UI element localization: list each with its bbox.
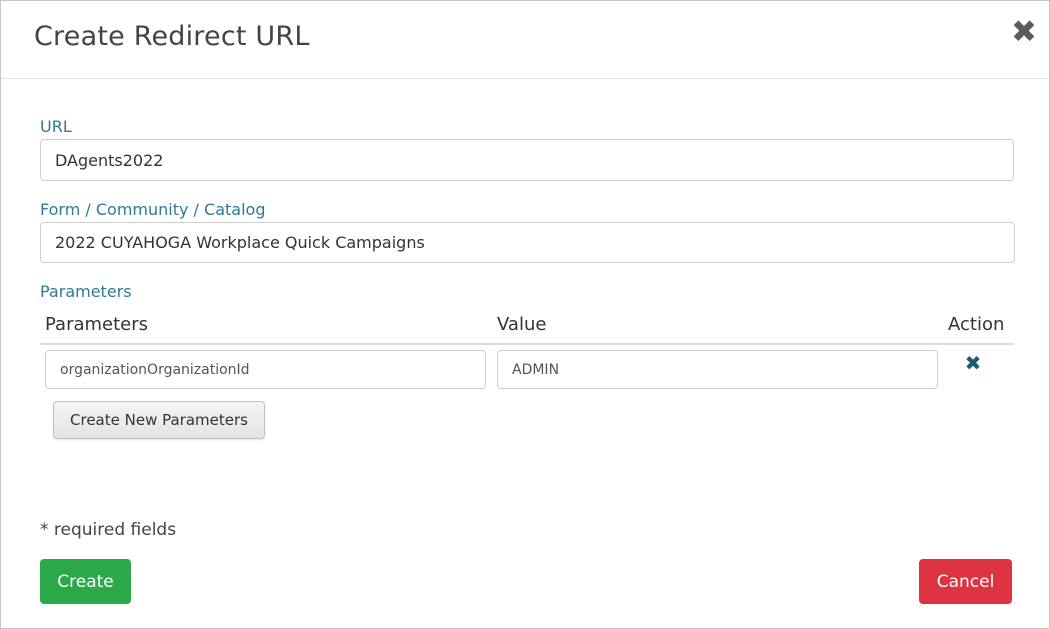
parameters-section-label: Parameters: [40, 282, 132, 301]
form-community-catalog-input[interactable]: [40, 222, 1015, 263]
form-community-catalog-label: Form / Community / Catalog: [40, 200, 266, 219]
column-header-parameters: Parameters: [45, 314, 149, 335]
close-icon[interactable]: ✖: [1009, 15, 1039, 49]
create-redirect-url-dialog: Create Redirect URL ✖ URL Form / Communi…: [0, 0, 1050, 629]
column-header-value: Value: [497, 314, 547, 335]
dialog-header: Create Redirect URL ✖: [1, 1, 1049, 79]
create-new-parameters-button[interactable]: Create New Parameters: [53, 401, 265, 439]
cancel-button[interactable]: Cancel: [919, 559, 1012, 604]
url-label: URL: [40, 117, 72, 136]
column-header-action: Action: [948, 314, 1005, 335]
parameter-value-input[interactable]: [497, 350, 938, 389]
create-button[interactable]: Create: [40, 559, 131, 604]
required-fields-note: * required fields: [40, 520, 177, 540]
url-input[interactable]: [40, 139, 1014, 181]
table-header-divider: [40, 343, 1014, 345]
remove-parameter-icon[interactable]: ✖: [963, 351, 983, 375]
dialog-title: Create Redirect URL: [34, 21, 310, 52]
parameter-name-input[interactable]: [45, 350, 486, 389]
